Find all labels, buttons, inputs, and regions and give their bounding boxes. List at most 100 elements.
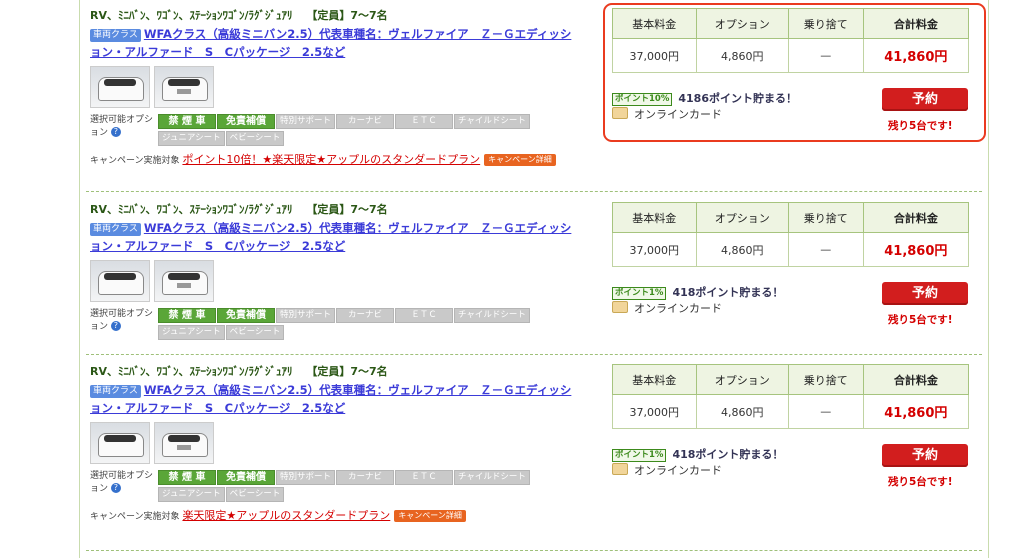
header-total: 合計料金 bbox=[862, 364, 970, 395]
options-label: 選択可能オプション bbox=[90, 309, 154, 332]
points-row: ポイント1% 418ポイント貯まる！ bbox=[612, 446, 783, 462]
remaining-count: 残り5台です! bbox=[888, 314, 953, 326]
plan-title-link[interactable]: WFAクラス（高級ミニバン2.5）代表車種名：ヴェルファイア Ｚ－Ｇエディッシ bbox=[144, 221, 572, 235]
car-category: RV、ﾐﾆﾊﾞﾝ、ﾜｺﾞﾝ、ｽﾃｰｼｮﾝﾜｺﾞﾝ/ﾗｸﾞｼﾞｭｱﾘ bbox=[90, 9, 293, 22]
credit-card-icon bbox=[612, 463, 628, 475]
help-icon[interactable]: ? bbox=[110, 321, 121, 331]
help-icon[interactable]: ? bbox=[110, 483, 121, 493]
capacity: 【定員】7〜7名 bbox=[306, 9, 388, 22]
car-photo-side[interactable] bbox=[90, 66, 150, 108]
class-badge: 車両クラス bbox=[90, 29, 141, 42]
option-insurance: 免責補償 bbox=[217, 470, 275, 485]
highlight-annotation bbox=[603, 3, 986, 142]
plan-title-link-cont[interactable]: ョン・アルファード S Cパッケージ 2.5など bbox=[90, 239, 345, 253]
dropoff-fee: — bbox=[787, 394, 864, 429]
car-category-row: RV、ﾐﾆﾊﾞﾝ、ﾜｺﾞﾝ、ｽﾃｰｼｮﾝﾜｺﾞﾝ/ﾗｸﾞｼﾞｭｱﾘ 【定員】7〜… bbox=[90, 363, 610, 381]
option-special-support: 特別サポート bbox=[276, 470, 336, 485]
option-junior-seat: ジュニアシート bbox=[158, 325, 225, 340]
class-badge: 車両クラス bbox=[90, 223, 141, 236]
car-photo-front[interactable] bbox=[154, 260, 214, 302]
plan-title-link-cont[interactable]: ョン・アルファード S Cパッケージ 2.5など bbox=[90, 401, 345, 415]
option-etc: ＥＴＣ bbox=[395, 470, 454, 485]
dropoff-fee: — bbox=[787, 232, 864, 267]
listing-info: RV、ﾐﾆﾊﾞﾝ、ﾜｺﾞﾝ、ｽﾃｰｼｮﾝﾜｺﾞﾝ/ﾗｸﾞｼﾞｭｱﾘ 【定員】7〜… bbox=[90, 0, 610, 168]
points-text: 418ポイント貯まる！ bbox=[672, 286, 784, 299]
option-badges: 禁 煙 車免責補償 特別サポート カーナビ ＥＴＣ チャイルドシートジュニアシート ベビー… bbox=[158, 470, 598, 504]
car-category-row: RV、ﾐﾆﾊﾞﾝ、ﾜｺﾞﾝ、ｽﾃｰｼｮﾝﾜｺﾞﾝ/ﾗｸﾞｼﾞｭｱﾘ 【定員】7〜… bbox=[90, 201, 610, 219]
header-option: オプション bbox=[695, 364, 789, 395]
car-thumbnails bbox=[90, 422, 610, 466]
car-photo-side[interactable] bbox=[90, 260, 150, 302]
option-junior-seat: ジュニアシート bbox=[158, 487, 225, 502]
total-price: 41,860円 bbox=[862, 232, 970, 267]
option-fee: 4,860円 bbox=[695, 394, 789, 429]
reserve-button[interactable]: 予約 bbox=[882, 282, 968, 305]
remaining-count: 残り5台です! bbox=[888, 476, 953, 488]
base-fee: 37,000円 bbox=[612, 394, 697, 429]
option-insurance: 免責補償 bbox=[217, 114, 275, 129]
rental-listing: RV、ﾐﾆﾊﾞﾝ、ﾜｺﾞﾝ、ｽﾃｰｼｮﾝﾜｺﾞﾝ/ﾗｸﾞｼﾞｭｱﾘ 【定員】7〜… bbox=[80, 194, 988, 356]
option-carnavi: カーナビ bbox=[336, 470, 395, 485]
campaign-detail-button[interactable]: キャンペーン詳細 bbox=[394, 510, 466, 522]
plan-title-link-cont[interactable]: ョン・アルファード S Cパッケージ 2.5など bbox=[90, 45, 345, 59]
car-thumbnails bbox=[90, 260, 610, 304]
option-baby-seat: ベビーシート bbox=[225, 131, 285, 146]
option-baby-seat: ベビーシート bbox=[225, 487, 285, 502]
divider bbox=[86, 191, 982, 192]
option-nonsmoking: 禁 煙 車 bbox=[158, 470, 216, 485]
option-special-support: 特別サポート bbox=[276, 114, 336, 129]
points-text: 418ポイント貯まる！ bbox=[672, 448, 784, 461]
payment-row: オンラインカード bbox=[612, 462, 722, 478]
total-price: 41,860円 bbox=[862, 394, 970, 429]
campaign-detail-button[interactable]: キャンペーン詳細 bbox=[484, 154, 556, 166]
capacity: 【定員】7〜7名 bbox=[306, 203, 388, 216]
reserve-button[interactable]: 予約 bbox=[882, 444, 968, 467]
price-table: 基本料金 オプション 乗り捨て 合計料金 37,000円 4,860円 — 41… bbox=[612, 202, 970, 267]
listing-info: RV、ﾐﾆﾊﾞﾝ、ﾜｺﾞﾝ、ｽﾃｰｼｮﾝﾜｺﾞﾝ/ﾗｸﾞｼﾞｭｱﾘ 【定員】7〜… bbox=[90, 356, 610, 524]
car-category-row: RV、ﾐﾆﾊﾞﾝ、ﾜｺﾞﾝ、ｽﾃｰｼｮﾝﾜｺﾞﾝ/ﾗｸﾞｼﾞｭｱﾘ 【定員】7〜… bbox=[90, 7, 610, 25]
option-insurance: 免責補償 bbox=[217, 308, 275, 323]
option-child-seat: チャイルドシート bbox=[454, 308, 530, 323]
help-icon[interactable]: ? bbox=[110, 127, 121, 137]
listing-info: RV、ﾐﾆﾊﾞﾝ、ﾜｺﾞﾝ、ｽﾃｰｼｮﾝﾜｺﾞﾝ/ﾗｸﾞｼﾞｭｱﾘ 【定員】7〜… bbox=[90, 194, 610, 342]
points-row: ポイント1% 418ポイント貯まる！ bbox=[612, 284, 783, 300]
option-badges: 禁 煙 車免責補償 特別サポート カーナビ ＥＴＣ チャイルドシートジュニアシート ベビー… bbox=[158, 308, 598, 342]
options-label: 選択可能オプション bbox=[90, 471, 154, 494]
campaign-label: キャンペーン実施対象 bbox=[90, 156, 180, 166]
header-base-fee: 基本料金 bbox=[612, 364, 697, 395]
car-thumbnails bbox=[90, 66, 610, 110]
plan-title-link[interactable]: WFAクラス（高級ミニバン2.5）代表車種名：ヴェルファイア Ｚ－Ｇエディッシ bbox=[144, 383, 572, 397]
option-child-seat: チャイルドシート bbox=[454, 470, 530, 485]
car-photo-front[interactable] bbox=[154, 422, 214, 464]
divider bbox=[86, 354, 982, 355]
option-etc: ＥＴＣ bbox=[395, 114, 454, 129]
options-row: 選択可能オプション ? 禁 煙 車免責補償 特別サポート カーナビ ＥＴＣ チャイルドシ… bbox=[90, 470, 610, 504]
campaign-link[interactable]: 楽天限定★アップルのスタンダードプラン bbox=[182, 509, 390, 522]
divider bbox=[86, 550, 982, 551]
campaign-link[interactable]: ポイント10倍！★楽天限定★アップルのスタンダードプラン bbox=[182, 153, 480, 166]
option-carnavi: カーナビ bbox=[336, 308, 395, 323]
header-total: 合計料金 bbox=[862, 202, 970, 233]
plan-title-link[interactable]: WFAクラス（高級ミニバン2.5）代表車種名：ヴェルファイア Ｚ－Ｇエディッシ bbox=[144, 27, 572, 41]
option-junior-seat: ジュニアシート bbox=[158, 131, 225, 146]
header-dropoff: 乗り捨て bbox=[787, 202, 864, 233]
campaign-row: キャンペーン実施対象 ポイント10倍！★楽天限定★アップルのスタンダードプランキ… bbox=[90, 153, 610, 168]
header-option: オプション bbox=[695, 202, 789, 233]
car-photo-front[interactable] bbox=[154, 66, 214, 108]
price-panel: 基本料金 オプション 乗り捨て 合計料金 37,000円 4,860円 — 41… bbox=[612, 364, 972, 488]
option-carnavi: カーナビ bbox=[336, 114, 395, 129]
payment-row: オンラインカード bbox=[612, 300, 722, 316]
point-rate-badge: ポイント1% bbox=[612, 287, 667, 300]
class-badge: 車両クラス bbox=[90, 385, 141, 398]
car-photo-side[interactable] bbox=[90, 422, 150, 464]
option-fee: 4,860円 bbox=[695, 232, 789, 267]
plan-title-row: 車両クラス WFAクラス（高級ミニバン2.5）代表車種名：ヴェルファイア Ｚ－Ｇエ… bbox=[90, 25, 610, 61]
option-etc: ＥＴＣ bbox=[395, 308, 454, 323]
price-panel: 基本料金 オプション 乗り捨て 合計料金 37,000円 4,860円 — 41… bbox=[612, 202, 972, 326]
car-category: RV、ﾐﾆﾊﾞﾝ、ﾜｺﾞﾝ、ｽﾃｰｼｮﾝﾜｺﾞﾝ/ﾗｸﾞｼﾞｭｱﾘ bbox=[90, 203, 293, 216]
plan-title-row: 車両クラス WFAクラス（高級ミニバン2.5）代表車種名：ヴェルファイア Ｚ－Ｇエ… bbox=[90, 381, 610, 417]
header-dropoff: 乗り捨て bbox=[787, 364, 864, 395]
plan-title-row: 車両クラス WFAクラス（高級ミニバン2.5）代表車種名：ヴェルファイア Ｚ－Ｇエ… bbox=[90, 219, 610, 255]
options-label: 選択可能オプション bbox=[90, 115, 154, 138]
options-row: 選択可能オプション ? 禁 煙 車免責補償 特別サポート カーナビ ＥＴＣ チャイルドシ… bbox=[90, 308, 610, 342]
